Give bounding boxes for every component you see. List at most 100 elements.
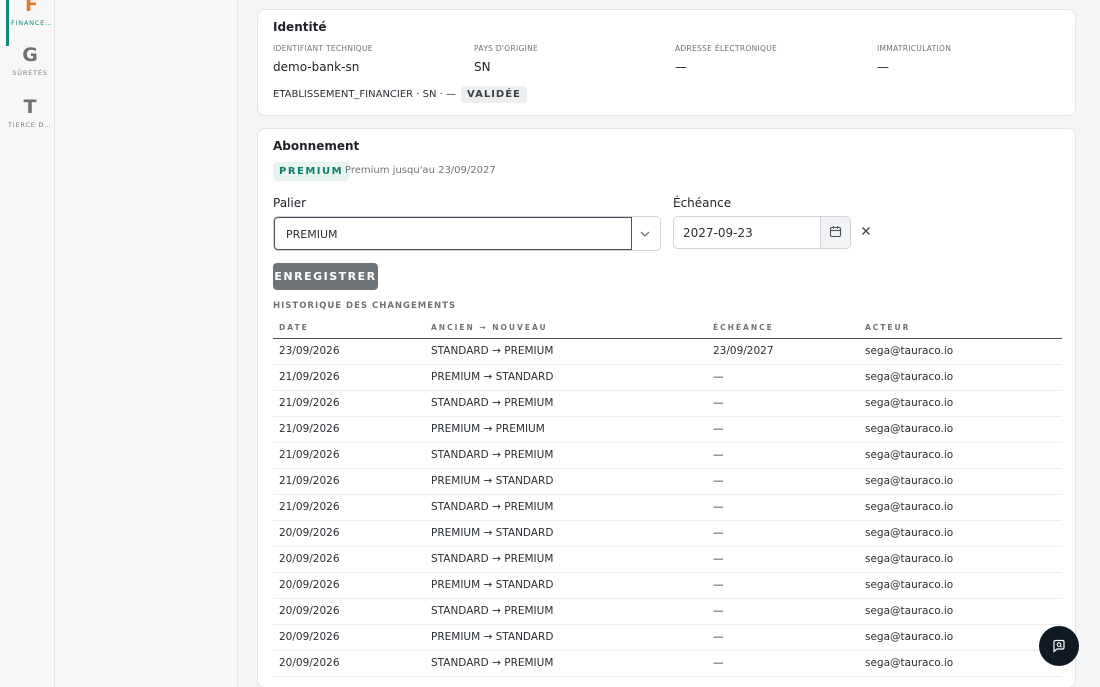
- field-value: demo-bank-sn: [273, 60, 360, 74]
- cell-change: PREMIUM → STANDARD: [425, 364, 707, 391]
- cell-actor: sega@tauraco.io: [859, 338, 1062, 365]
- cell-actor: sega@tauraco.io: [859, 468, 1062, 495]
- cell-expiry: —: [707, 390, 859, 417]
- cell-actor: sega@tauraco.io: [859, 598, 1062, 625]
- cell-expiry: —: [707, 624, 859, 651]
- rail-item-label: TIERCE DÉ…: [8, 121, 54, 129]
- cell-change: PREMIUM → STANDARD: [425, 520, 707, 547]
- cell-date: 21/09/2026: [273, 390, 425, 417]
- cell-date: 21/09/2026: [273, 494, 425, 521]
- tier-select-value: PREMIUM: [286, 228, 338, 241]
- table-row: 20/09/2026 PREMIUM → STANDARD — sega@taurac…: [273, 624, 1062, 651]
- table-row: 20/09/2026 STANDARD → PREMIUM — sega@taurac…: [273, 650, 1062, 677]
- cell-expiry: —: [707, 442, 859, 469]
- tier-badge: PREMIUM: [273, 162, 350, 181]
- subscription-title: Abonnement: [273, 139, 360, 153]
- field-email: ADRESSE ÉLECTRONIQUE —: [675, 44, 865, 74]
- column-header-actor: ACTEUR: [859, 318, 1062, 339]
- cell-actor: sega@tauraco.io: [859, 390, 1062, 417]
- cell-actor: sega@tauraco.io: [859, 364, 1062, 391]
- tier-select[interactable]: PREMIUM: [273, 216, 661, 251]
- table-header-row: DATE ANCIEN → NOUVEAU ÉCHÉANCE ACTEUR: [273, 318, 1062, 339]
- table-row: 21/09/2026 STANDARD → PREMIUM — sega@taurac…: [273, 390, 1062, 417]
- field-value: —: [675, 60, 687, 74]
- cell-change: PREMIUM → STANDARD: [425, 624, 707, 651]
- rail-item-tierce[interactable]: T TIERCE DÉ…: [6, 96, 54, 148]
- cell-expiry: —: [707, 598, 859, 625]
- cell-actor: sega@tauraco.io: [859, 416, 1062, 443]
- cell-date: 20/09/2026: [273, 546, 425, 573]
- status-badge: VALIDÉE: [461, 85, 527, 103]
- secondary-sidebar: [55, 0, 238, 687]
- cell-date: 20/09/2026: [273, 598, 425, 625]
- identity-title: Identité: [273, 20, 327, 34]
- rail-item-letter: G: [22, 44, 38, 66]
- cell-change: STANDARD → PREMIUM: [425, 338, 707, 365]
- cell-change: STANDARD → PREMIUM: [425, 390, 707, 417]
- cell-date: 20/09/2026: [273, 650, 425, 677]
- cell-expiry: —: [707, 494, 859, 521]
- tier-select-field[interactable]: PREMIUM: [274, 217, 632, 250]
- expiry-label: Échéance: [673, 196, 732, 210]
- cell-date: 23/09/2026: [273, 338, 425, 365]
- column-header-date: DATE: [273, 318, 425, 339]
- rail-item-suretes[interactable]: G SÛRETÉS: [6, 44, 54, 96]
- cell-expiry: —: [707, 650, 859, 677]
- cell-actor: sega@tauraco.io: [859, 442, 1062, 469]
- field-value: SN: [474, 60, 491, 74]
- main-content: Identité IDENTIFIANT TECHNIQUE demo-bank…: [238, 0, 1100, 687]
- support-chat-button[interactable]: [1039, 626, 1079, 666]
- cell-change: STANDARD → PREMIUM: [425, 546, 707, 573]
- table-row: 21/09/2026 STANDARD → PREMIUM — sega@taurac…: [273, 442, 1062, 469]
- rail-item-label: SÛRETÉS: [12, 69, 48, 77]
- entity-type-text: ETABLISSEMENT_FINANCIER · SN · —: [273, 88, 457, 100]
- calendar-icon: [829, 226, 842, 238]
- expiry-date-input[interactable]: 2027-09-23: [673, 216, 851, 249]
- tier-note: Premium jusqu'au 23/09/2027: [345, 165, 496, 176]
- table-row: 20/09/2026 STANDARD → PREMIUM — sega@taurac…: [273, 546, 1062, 573]
- cell-change: STANDARD → PREMIUM: [425, 494, 707, 521]
- table-row: 21/09/2026 PREMIUM → STANDARD — sega@taurac…: [273, 468, 1062, 495]
- cell-change: PREMIUM → STANDARD: [425, 468, 707, 495]
- close-icon[interactable]: [859, 224, 873, 238]
- table-row: 21/09/2026 PREMIUM → STANDARD — sega@taurac…: [273, 364, 1062, 391]
- table-row: 23/09/2026 STANDARD → PREMIUM 23/09/2027 se…: [273, 338, 1062, 365]
- rail-item-letter: F: [25, 0, 38, 16]
- column-header-change: ANCIEN → NOUVEAU: [425, 318, 707, 339]
- cell-expiry: —: [707, 572, 859, 599]
- cell-expiry: —: [707, 416, 859, 443]
- field-country: PAYS D'ORIGINE SN: [474, 44, 664, 74]
- field-label: IDENTIFIANT TECHNIQUE: [273, 44, 373, 53]
- cell-change: STANDARD → PREMIUM: [425, 598, 707, 625]
- cell-actor: sega@tauraco.io: [859, 650, 1062, 677]
- rail-item-financement[interactable]: F FINANCEM…: [6, 0, 54, 46]
- table-row: 21/09/2026 STANDARD → PREMIUM — sega@taurac…: [273, 494, 1062, 521]
- cell-date: 20/09/2026: [273, 572, 425, 599]
- table-row: 21/09/2026 PREMIUM → PREMIUM — sega@tauraco…: [273, 416, 1062, 443]
- cell-change: PREMIUM → STANDARD: [425, 572, 707, 599]
- cell-expiry: —: [707, 546, 859, 573]
- cell-change: STANDARD → PREMIUM: [425, 442, 707, 469]
- rail-item-letter: T: [23, 96, 37, 118]
- expiry-date-value: 2027-09-23: [683, 226, 753, 240]
- cell-expiry: 23/09/2027: [707, 338, 859, 365]
- field-registration: IMMATRICULATION —: [877, 44, 1067, 74]
- cell-change: STANDARD → PREMIUM: [425, 650, 707, 677]
- chevron-down-icon[interactable]: [638, 227, 652, 241]
- cell-actor: sega@tauraco.io: [859, 546, 1062, 573]
- cell-actor: sega@tauraco.io: [859, 572, 1062, 599]
- save-button[interactable]: ENREGISTRER: [273, 263, 378, 290]
- cell-actor: sega@tauraco.io: [859, 624, 1062, 651]
- field-technical-id: IDENTIFIANT TECHNIQUE demo-bank-sn: [273, 44, 463, 74]
- rail-item-label: FINANCEM…: [11, 19, 54, 27]
- identity-meta: ETABLISSEMENT_FINANCIER · SN · — VALIDÉE: [273, 84, 527, 104]
- cell-date: 21/09/2026: [273, 442, 425, 469]
- date-picker-button[interactable]: [820, 217, 850, 248]
- subscription-card: Abonnement PREMIUM Premium jusqu'au 23/0…: [257, 128, 1076, 687]
- cell-date: 20/09/2026: [273, 520, 425, 547]
- cell-actor: sega@tauraco.io: [859, 494, 1062, 521]
- cell-expiry: —: [707, 364, 859, 391]
- cell-expiry: —: [707, 468, 859, 495]
- history-table-body: 23/09/2026 STANDARD → PREMIUM 23/09/2027 se…: [273, 338, 1062, 677]
- column-header-expiry: ÉCHÉANCE: [707, 318, 859, 339]
